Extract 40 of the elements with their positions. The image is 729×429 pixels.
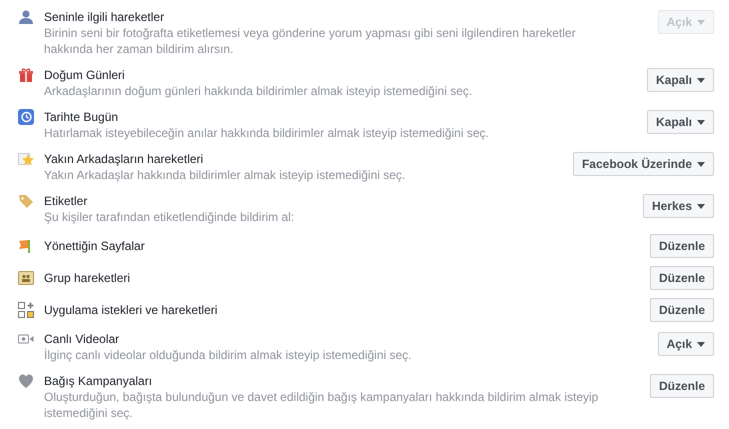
setting-title: Etiketler — [44, 193, 88, 209]
tag-icon — [18, 193, 34, 209]
setting-title: Canlı Videolar — [44, 331, 120, 347]
setting-description: Birinin seni bir fotoğrafta etiketlemesi veya gönderine yorum yapması gibi seni ilgilendiren hareketler hakkında her zaman bildirim alırsın. — [44, 25, 577, 57]
dropdown-button[interactable]: Kapalı — [646, 68, 714, 92]
edit-button[interactable]: Düzenle — [650, 266, 714, 290]
setting-title: Bağış Kampanyaları — [44, 373, 154, 389]
setting-title: Doğum Günleri — [44, 67, 126, 83]
dropdown-button[interactable]: Herkes — [642, 194, 714, 218]
setting-description: Hatırlamak isteyebileceğin anılar hakkında bildirimler almak isteyip istemediğini seç. — [44, 125, 490, 141]
heart-icon — [18, 373, 34, 389]
setting-description: Oluşturduğun, bağışta bulunduğun ve davet edildiğin bağış kampanyaları hakkında bildirim almak isteyip istemediğini seç. — [44, 389, 600, 421]
star-icon — [18, 151, 34, 167]
caret-icon — [697, 204, 705, 208]
setting-title: Yakın Arkadaşların hareketleri — [44, 151, 204, 167]
edit-button[interactable]: Düzenle — [650, 234, 714, 258]
group-icon — [18, 270, 34, 286]
caret-icon — [697, 162, 705, 166]
caret-icon — [697, 78, 705, 82]
dropdown-button[interactable]: Kapalı — [646, 110, 714, 134]
gift-icon — [18, 67, 34, 83]
edit-button[interactable]: Düzenle — [650, 374, 714, 398]
dropdown-button[interactable]: Açık — [658, 332, 714, 356]
dropdown-button[interactable]: Facebook Üzerinde — [572, 152, 714, 176]
apps-icon — [18, 302, 34, 318]
caret-icon — [697, 20, 705, 24]
setting-description: Arkadaşlarının doğum günleri hakkında bildirimler almak isteyip istemediğini seç. — [44, 83, 474, 99]
clock-icon — [18, 109, 34, 125]
setting-title: Yönettiğin Sayfalar — [44, 238, 146, 254]
person-icon — [18, 9, 34, 25]
setting-description: İlginç canlı videolar olduğunda bildirim almak isteyip istemediğini seç. — [44, 347, 413, 363]
setting-description: Yakın Arkadaşlar hakkında bildirimler almak isteyip istemediğini seç. — [44, 167, 406, 183]
setting-title: Seninle ilgili hareketler — [44, 9, 166, 25]
caret-icon — [697, 342, 705, 346]
setting-title: Tarihte Bugün — [44, 109, 120, 125]
setting-title: Grup hareketleri — [44, 270, 132, 286]
edit-button[interactable]: Düzenle — [650, 298, 714, 322]
setting-title: Uygulama istekleri ve hareketleri — [44, 302, 218, 318]
caret-icon — [697, 120, 705, 124]
setting-description: Şu kişiler tarafından etiketlendiğinde bildirim al: — [44, 209, 296, 225]
